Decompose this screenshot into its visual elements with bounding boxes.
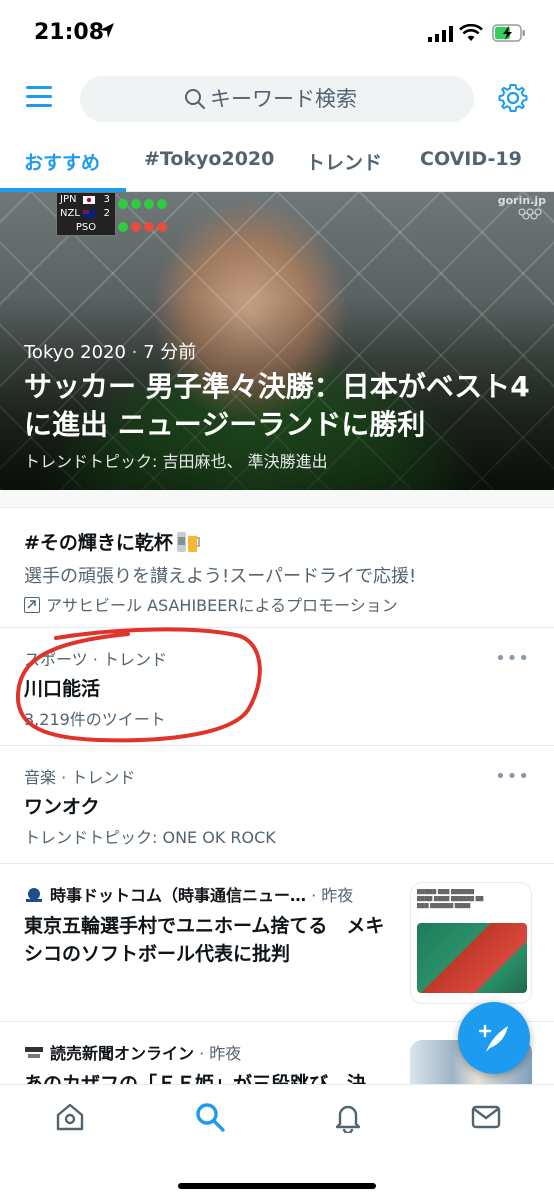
news-thumbnail: ▇▇▇▇▇ ▇▇▇ ▇▇▇▇▇▇ ▇▇▇▇ ▇▇▇▇ ▇▇▇▇▇▇ ▇▇ ▇▇▇ ▇… (410, 882, 532, 1004)
penalty-dots (118, 194, 170, 236)
explore-icon[interactable] (194, 1101, 226, 1133)
broadcaster-watermark: gorin.jp (497, 194, 546, 207)
more-options-icon[interactable]: ••• (495, 648, 530, 669)
compose-tweet-button[interactable] (458, 1002, 530, 1074)
wifi-icon (459, 24, 483, 41)
location-arrow-icon (100, 23, 114, 38)
more-options-icon[interactable]: ••• (495, 766, 530, 787)
home-indicator (178, 1183, 376, 1189)
tab-trends[interactable]: トレンド (306, 148, 382, 175)
olympic-rings-icon (518, 208, 542, 220)
promo-description: 選手の頑張りを讃えよう!スーパードライで応援! (24, 566, 417, 587)
trend-category: 音楽 · トレンド (24, 768, 136, 787)
trend-item[interactable]: 音楽 · トレンド ワンオク トレンドトピック: ONE OK ROCK ••• (0, 746, 554, 864)
score-label: PSO (75, 222, 97, 233)
yomiuri-logo-icon (25, 1047, 43, 1058)
trend-title: ワンオク (24, 796, 100, 818)
japan-flag-icon (83, 196, 95, 204)
new-zealand-flag-icon (83, 210, 95, 218)
hero-topic: トレンドトピック: 吉田麻也、 準決勝進出 (24, 452, 328, 471)
compose-tweet-icon (478, 1024, 508, 1052)
promoted-by: アサヒビール ASAHIBEERによるプロモーション (24, 592, 398, 616)
search-input[interactable] (210, 76, 460, 122)
section-divider (0, 490, 554, 508)
trend-topic: トレンドトピック: ONE OK ROCK (24, 828, 276, 847)
hamburger-menu-icon[interactable] (26, 86, 52, 110)
trend-tweet-count: 3,219件のツイート (24, 710, 166, 729)
score2: 2 (103, 208, 110, 219)
status-time: 21:08 (34, 20, 105, 45)
home-icon[interactable] (54, 1101, 86, 1133)
beer-emoji-icon (176, 532, 200, 552)
hero-time: 7 分前 (143, 342, 197, 363)
notifications-icon[interactable] (332, 1101, 364, 1133)
tab-tokyo2020[interactable]: #Tokyo2020 (144, 148, 274, 170)
news-source: 読売新聞オンライン · 昨夜 (24, 1040, 241, 1064)
cellular-signal-icon (428, 26, 453, 42)
hero-event-card[interactable]: JPN 3 NZL 2 PSO gorin.jp Tokyo 2020 · 7 … (0, 192, 554, 490)
trend-item[interactable]: スポーツ · トレンド 川口能活 3,219件のツイート ••• (0, 628, 554, 746)
bottom-tab-bar (0, 1084, 554, 1200)
explore-header (0, 64, 554, 134)
gear-icon[interactable] (497, 82, 529, 114)
news-title: 東京五輪選手村でユニホーム捨てる メキシコのソフトボール代表に批判 (24, 915, 385, 965)
hero-title: サッカー 男子準々決勝：日本がベスト4に進出 ニュージーランドに勝利 (24, 370, 530, 441)
tab-recommended[interactable]: おすすめ (24, 148, 100, 175)
scoreboard: JPN 3 NZL 2 PSO (56, 192, 116, 236)
hero-meta: Tokyo 2020 · 7 分前 (24, 342, 197, 363)
battery-charging-icon (492, 24, 525, 42)
trend-title: 川口能活 (24, 678, 101, 700)
news-source: 時事ドットコム（時事通信ニュー… · 昨夜 (24, 882, 353, 906)
score-team1: JPN (60, 194, 77, 205)
trend-category: スポーツ · トレンド (24, 650, 167, 669)
status-bar: 21:08 (0, 0, 554, 64)
news-item[interactable]: 時事ドットコム（時事通信ニュー… · 昨夜 東京五輪選手村でユニホーム捨てる メ… (0, 864, 554, 1022)
tab-covid19[interactable]: COVID-19 (420, 148, 522, 170)
jiji-logo-icon (26, 888, 42, 902)
search-icon (185, 89, 205, 109)
explore-tabs: おすすめ #Tokyo2020 トレンド COVID-19 (0, 134, 554, 192)
search-box[interactable] (80, 76, 474, 122)
score1: 3 (103, 194, 110, 205)
score-team2: NZL (60, 208, 80, 219)
promoted-icon (24, 597, 40, 613)
hero-source: Tokyo 2020 (24, 342, 126, 363)
news-title: あのカザフの「ＦＦ姫」が三段跳び…決 (24, 1073, 367, 1084)
messages-icon[interactable] (470, 1101, 502, 1133)
promo-title: #その輝きに乾杯 (24, 528, 201, 555)
promoted-trend[interactable]: #その輝きに乾杯 選手の頑張りを讃えよう!スーパードライで応援! アサヒビール … (0, 508, 554, 628)
